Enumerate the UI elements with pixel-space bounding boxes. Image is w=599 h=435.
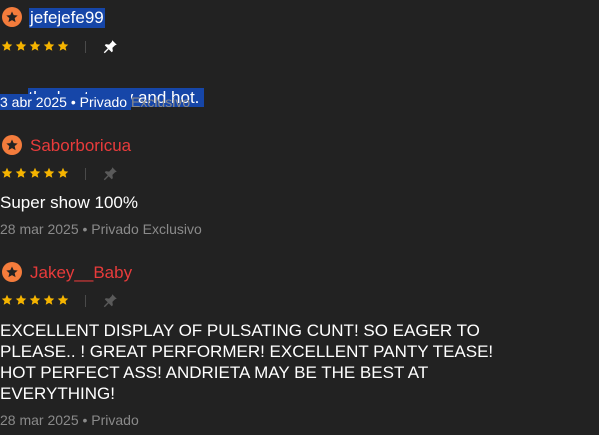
review-item: jefejefe99 the best. sexy and hot. 3 abr… xyxy=(0,6,599,116)
star-icon xyxy=(15,40,27,51)
review-tier: Exclusivo xyxy=(130,94,191,110)
username[interactable]: jefejefe99 xyxy=(29,8,105,28)
star-badge-icon xyxy=(2,262,22,282)
review-meta: 28 mar 2025 • Privado Exclusivo xyxy=(0,221,202,237)
rating-row xyxy=(0,165,140,183)
star-icon xyxy=(29,294,41,305)
star-icon xyxy=(15,294,27,305)
star-icon xyxy=(15,167,27,178)
rating-row xyxy=(0,292,140,310)
star-icon xyxy=(29,40,41,51)
star-badge-icon xyxy=(2,7,22,27)
star-icon xyxy=(1,294,13,305)
star-icon xyxy=(43,167,55,178)
divider xyxy=(85,295,86,307)
review-comment: Super show 100% xyxy=(0,193,138,212)
star-icon xyxy=(57,167,69,178)
star-icon xyxy=(1,167,13,178)
username[interactable]: Jakey__Baby xyxy=(29,263,133,283)
review-item: Saborboricua Super show 100% 28 mar 2025… xyxy=(0,134,599,244)
star-badge-icon xyxy=(2,135,22,155)
pin-icon[interactable] xyxy=(101,292,119,310)
rating-row xyxy=(0,38,140,56)
star-icon xyxy=(57,40,69,51)
pin-icon[interactable] xyxy=(101,165,119,183)
review-date-visibility: 3 abr 2025 • Privado xyxy=(0,94,131,110)
review-comment: EXCELLENT DISPLAY OF PULSATING CUNT! SO … xyxy=(0,321,494,403)
pin-icon[interactable] xyxy=(101,38,119,56)
star-icon xyxy=(57,294,69,305)
star-icon xyxy=(1,40,13,51)
star-rating xyxy=(1,40,71,52)
divider xyxy=(85,41,86,53)
review-list: jefejefe99 the best. sexy and hot. 3 abr… xyxy=(0,0,599,435)
review-item: Jakey__Baby EXCELLENT DISPLAY OF PULSATI… xyxy=(0,261,599,431)
star-icon xyxy=(43,40,55,51)
star-icon xyxy=(43,294,55,305)
divider xyxy=(85,168,86,180)
star-rating xyxy=(1,294,71,306)
review-meta: 3 abr 2025 • Privado Exclusivo xyxy=(0,93,190,111)
star-icon xyxy=(29,167,41,178)
review-meta: 28 mar 2025 • Privado xyxy=(0,412,139,428)
star-rating xyxy=(1,167,71,179)
username[interactable]: Saborboricua xyxy=(29,136,132,156)
